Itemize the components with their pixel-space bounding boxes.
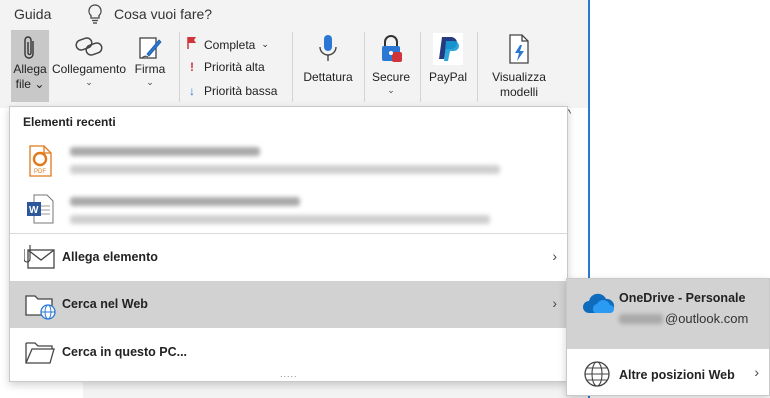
link-label: Collegamento: [51, 62, 127, 76]
word-file-icon: W: [26, 193, 54, 225]
low-priority-label: Priorità bassa: [204, 84, 278, 98]
high-priority-button[interactable]: ! Priorità alta: [186, 60, 265, 74]
attach-label-2: file ⌄: [11, 77, 49, 92]
attach-label-1: Allega: [13, 62, 47, 76]
signature-label: Firma: [134, 62, 166, 76]
other-locations-label: Altre posizioni Web: [619, 368, 735, 382]
browse-web-row[interactable]: Cerca nel Web ›: [10, 281, 567, 328]
secure-label: Secure: [371, 70, 411, 84]
chevron-right-icon: ›: [552, 248, 557, 264]
attach-label-2-text: file: [15, 77, 31, 91]
link-button[interactable]: Collegamento ⌄: [50, 30, 128, 102]
attach-item-row[interactable]: Allega elemento ›: [10, 234, 567, 281]
followup-label: Completa: [204, 37, 256, 52]
low-priority-button[interactable]: ↓ Priorità bassa: [186, 84, 277, 98]
chevron-down-icon: ⌄: [261, 39, 269, 49]
signature-pen-icon: [131, 30, 169, 62]
onedrive-email-suffix: @outlook.com: [665, 311, 749, 326]
recent-item-pdf[interactable]: PDF: [10, 137, 567, 185]
recent-item-name: [70, 147, 260, 156]
ribbon-divider: [292, 32, 293, 102]
template-icon: [484, 30, 554, 70]
dictate-label: Dettatura: [303, 70, 353, 84]
web-folder-icon: [24, 290, 56, 320]
paypal-icon: [424, 30, 472, 70]
other-web-locations-item[interactable]: Altre posizioni Web ›: [567, 350, 769, 396]
chevron-down-icon: ⌄: [85, 77, 93, 87]
pdf-file-icon: PDF: [26, 145, 54, 177]
recent-items-heading: Elementi recenti: [23, 115, 116, 129]
ribbon-divider: [179, 32, 180, 102]
signature-button[interactable]: Firma ⌄: [131, 30, 169, 102]
lightbulb-icon: [86, 3, 104, 25]
resize-grip[interactable]: .....: [280, 369, 298, 379]
envelope-icon: [23, 243, 56, 273]
high-priority-label: Priorità alta: [204, 60, 265, 74]
followup-button[interactable]: Completa ⌄: [186, 36, 269, 53]
folder-icon: [24, 338, 56, 368]
templates-label-1: Visualizza: [492, 70, 546, 84]
dictate-button[interactable]: Dettatura: [298, 30, 358, 102]
link-icon: [50, 30, 128, 62]
templates-label-2: modelli: [499, 85, 538, 99]
ribbon-divider: [477, 32, 478, 102]
red-flag-icon: [186, 36, 198, 53]
globe-icon: [583, 360, 611, 388]
view-templates-button[interactable]: Visualizza modelli: [484, 30, 554, 102]
attach-file-button[interactable]: Allega file ⌄: [11, 30, 49, 102]
recent-item-path: [70, 215, 490, 224]
tell-me-search[interactable]: Cosa vuoi fare?: [114, 6, 212, 22]
recent-item-word[interactable]: W: [10, 185, 567, 233]
attach-item-label: Allega elemento: [62, 250, 158, 264]
chevron-down-icon: ⌄: [34, 77, 45, 91]
web-locations-submenu: OneDrive - Personale @outlook.com Altre …: [566, 278, 770, 396]
paypal-button[interactable]: PayPal: [424, 30, 472, 102]
chevron-right-icon: ›: [552, 295, 557, 311]
menu-guida[interactable]: Guida: [14, 6, 51, 22]
blurred-username: [619, 313, 663, 324]
ribbon-divider: [420, 32, 421, 102]
browse-pc-label: Cerca in questo PC...: [62, 345, 188, 359]
svg-text:PDF: PDF: [34, 169, 46, 175]
onedrive-account: @outlook.com: [619, 311, 748, 326]
ribbon: Allega file ⌄ Collegamento ⌄ Firma ⌄ Com…: [0, 28, 590, 108]
recent-item-path: [70, 165, 500, 174]
down-arrow-icon: ↓: [189, 84, 195, 98]
exclamation-icon: !: [190, 60, 194, 74]
paypal-label: PayPal: [428, 70, 468, 84]
microphone-icon: [298, 30, 358, 70]
onedrive-title: OneDrive - Personale: [619, 291, 746, 305]
browse-web-label: Cerca nel Web: [62, 297, 148, 311]
chevron-down-icon: ⌄: [387, 85, 395, 95]
padlock-icon: [368, 30, 414, 70]
recent-item-name: [70, 197, 300, 206]
svg-text:W: W: [29, 205, 39, 216]
attach-dropdown-menu: Elementi recenti PDF W Allega elemento ›…: [9, 106, 568, 382]
paperclip-icon: [11, 30, 49, 62]
chevron-down-icon: ⌄: [146, 77, 154, 87]
secure-button[interactable]: Secure ⌄: [368, 30, 414, 102]
onedrive-personal-item[interactable]: OneDrive - Personale @outlook.com: [567, 279, 769, 349]
chevron-right-icon: ›: [754, 364, 759, 380]
onedrive-cloud-icon: [581, 293, 615, 315]
menu-bar: Guida Cosa vuoi fare?: [0, 0, 590, 28]
ribbon-divider: [364, 32, 365, 102]
